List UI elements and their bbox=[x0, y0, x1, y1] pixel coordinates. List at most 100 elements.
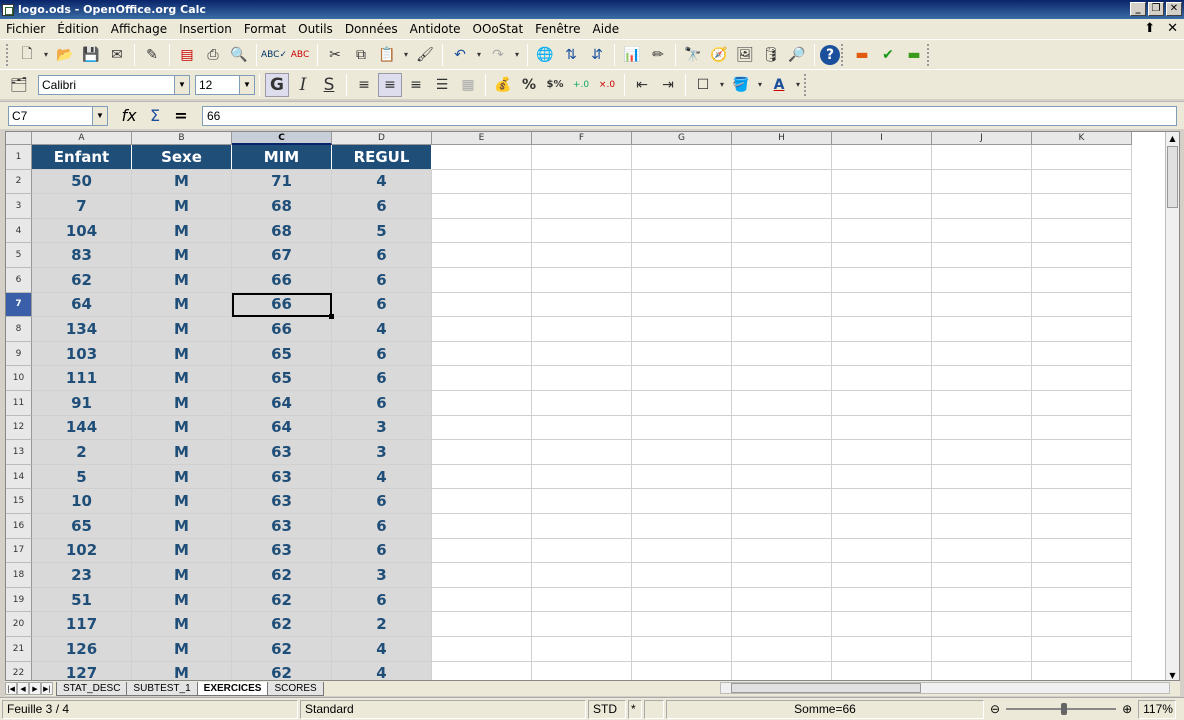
menu-antidote[interactable]: Antidote bbox=[404, 22, 467, 36]
borders-dropdown-icon[interactable]: ▾ bbox=[717, 73, 727, 97]
prev-sheet-icon[interactable]: ◀ bbox=[17, 682, 29, 695]
empty-cell[interactable] bbox=[532, 661, 632, 680]
empty-cell[interactable] bbox=[432, 637, 532, 662]
cell-a17[interactable]: 102 bbox=[32, 538, 132, 564]
zoom-slider-knob[interactable] bbox=[1061, 703, 1068, 715]
standard-format-icon[interactable]: $% bbox=[543, 73, 567, 97]
menu-insertion[interactable]: Insertion bbox=[173, 22, 238, 36]
column-header-i[interactable]: I bbox=[832, 132, 932, 145]
empty-cell[interactable] bbox=[1032, 464, 1132, 490]
empty-cell[interactable] bbox=[732, 563, 832, 588]
empty-cell[interactable] bbox=[932, 415, 1032, 441]
empty-cell[interactable] bbox=[632, 637, 732, 662]
cell-d15[interactable]: 6 bbox=[332, 489, 432, 514]
column-header-j[interactable]: J bbox=[932, 132, 1032, 145]
currency-format-icon[interactable]: 💰 bbox=[491, 73, 515, 97]
empty-cell[interactable] bbox=[532, 366, 632, 391]
empty-cell[interactable] bbox=[732, 514, 832, 539]
menu-aide[interactable]: Aide bbox=[587, 22, 626, 36]
cell-c11[interactable]: 64 bbox=[232, 391, 332, 416]
new-dropdown-icon[interactable]: ▾ bbox=[41, 43, 51, 67]
menu-affichage[interactable]: Affichage bbox=[105, 22, 173, 36]
row-header-8[interactable]: 8 bbox=[6, 317, 32, 342]
empty-cell[interactable] bbox=[1032, 218, 1132, 244]
empty-cell[interactable] bbox=[632, 661, 732, 680]
empty-cell[interactable] bbox=[532, 587, 632, 613]
empty-cell[interactable] bbox=[1032, 587, 1132, 613]
row-header-5[interactable]: 5 bbox=[6, 243, 32, 268]
empty-cell[interactable] bbox=[632, 218, 732, 244]
empty-cell[interactable] bbox=[632, 169, 732, 195]
cell-a7[interactable]: 64 bbox=[32, 292, 132, 318]
percent-format-button[interactable]: % bbox=[517, 73, 541, 97]
cell-c2[interactable]: 71 bbox=[232, 169, 332, 195]
row-header-7[interactable]: 7 bbox=[6, 292, 32, 318]
empty-cell[interactable] bbox=[432, 514, 532, 539]
empty-cell[interactable] bbox=[932, 194, 1032, 219]
empty-cell[interactable] bbox=[432, 145, 532, 170]
empty-cell[interactable] bbox=[432, 538, 532, 564]
empty-cell[interactable] bbox=[932, 391, 1032, 416]
empty-cell[interactable] bbox=[1032, 292, 1132, 318]
column-header-d[interactable]: D bbox=[332, 132, 432, 145]
empty-cell[interactable] bbox=[932, 292, 1032, 318]
empty-cell[interactable] bbox=[632, 292, 732, 318]
cell-d11[interactable]: 6 bbox=[332, 391, 432, 416]
empty-cell[interactable] bbox=[932, 218, 1032, 244]
cell-b13[interactable]: M bbox=[132, 440, 232, 465]
status-selection-mode[interactable]: STD bbox=[588, 699, 626, 719]
empty-cell[interactable] bbox=[1032, 661, 1132, 680]
empty-cell[interactable] bbox=[732, 464, 832, 490]
cell-b3[interactable]: M bbox=[132, 194, 232, 219]
empty-cell[interactable] bbox=[632, 440, 732, 465]
empty-cell[interactable] bbox=[1032, 637, 1132, 662]
new-document-icon[interactable]: 🗋 bbox=[15, 43, 39, 67]
empty-cell[interactable] bbox=[932, 145, 1032, 170]
empty-cell[interactable] bbox=[732, 292, 832, 318]
menu-fichier[interactable]: Fichier bbox=[0, 22, 51, 36]
cell-a4[interactable]: 104 bbox=[32, 218, 132, 244]
empty-cell[interactable] bbox=[632, 391, 732, 416]
sheet-tab-scores[interactable]: SCORES bbox=[267, 681, 324, 696]
cell-b17[interactable]: M bbox=[132, 538, 232, 564]
empty-cell[interactable] bbox=[532, 292, 632, 318]
close-button[interactable]: ✕ bbox=[1166, 2, 1182, 16]
cell-c3[interactable]: 68 bbox=[232, 194, 332, 219]
empty-cell[interactable] bbox=[932, 268, 1032, 293]
empty-cell[interactable] bbox=[932, 637, 1032, 662]
empty-cell[interactable] bbox=[432, 464, 532, 490]
empty-cell[interactable] bbox=[832, 661, 932, 680]
empty-cell[interactable] bbox=[1032, 391, 1132, 416]
header-cell-d1[interactable]: REGUL bbox=[332, 145, 432, 170]
cell-b19[interactable]: M bbox=[132, 587, 232, 613]
minimize-button[interactable]: _ bbox=[1130, 2, 1146, 16]
cell-c9[interactable]: 65 bbox=[232, 341, 332, 367]
status-zoom[interactable]: 117% bbox=[1138, 699, 1177, 719]
menu-edition[interactable]: Édition bbox=[51, 22, 105, 36]
empty-cell[interactable] bbox=[632, 243, 732, 268]
row-header-11[interactable]: 11 bbox=[6, 391, 32, 416]
formula-input[interactable]: 66 bbox=[202, 106, 1177, 126]
empty-cell[interactable] bbox=[1032, 563, 1132, 588]
empty-cell[interactable] bbox=[632, 145, 732, 170]
status-page-style[interactable]: Standard bbox=[300, 699, 586, 719]
row-header-20[interactable]: 20 bbox=[6, 612, 32, 637]
cell-c6[interactable]: 66 bbox=[232, 268, 332, 293]
empty-cell[interactable] bbox=[832, 415, 932, 441]
empty-cell[interactable] bbox=[432, 366, 532, 391]
paste-icon[interactable]: 📋 bbox=[375, 43, 399, 67]
menu-ooostat[interactable]: OOoStat bbox=[467, 22, 530, 36]
status-digital-signature[interactable] bbox=[644, 699, 664, 719]
empty-cell[interactable] bbox=[432, 292, 532, 318]
empty-cell[interactable] bbox=[532, 440, 632, 465]
cell-b4[interactable]: M bbox=[132, 218, 232, 244]
cell-c5[interactable]: 67 bbox=[232, 243, 332, 268]
cell-a6[interactable]: 62 bbox=[32, 268, 132, 293]
column-header-e[interactable]: E bbox=[432, 132, 532, 145]
redo-icon[interactable]: ↷ bbox=[486, 43, 510, 67]
navigator-icon[interactable]: 🧭 bbox=[707, 43, 731, 67]
empty-cell[interactable] bbox=[532, 489, 632, 514]
empty-cell[interactable] bbox=[532, 169, 632, 195]
merge-cells-icon[interactable]: ▦ bbox=[456, 73, 480, 97]
empty-cell[interactable] bbox=[1032, 366, 1132, 391]
